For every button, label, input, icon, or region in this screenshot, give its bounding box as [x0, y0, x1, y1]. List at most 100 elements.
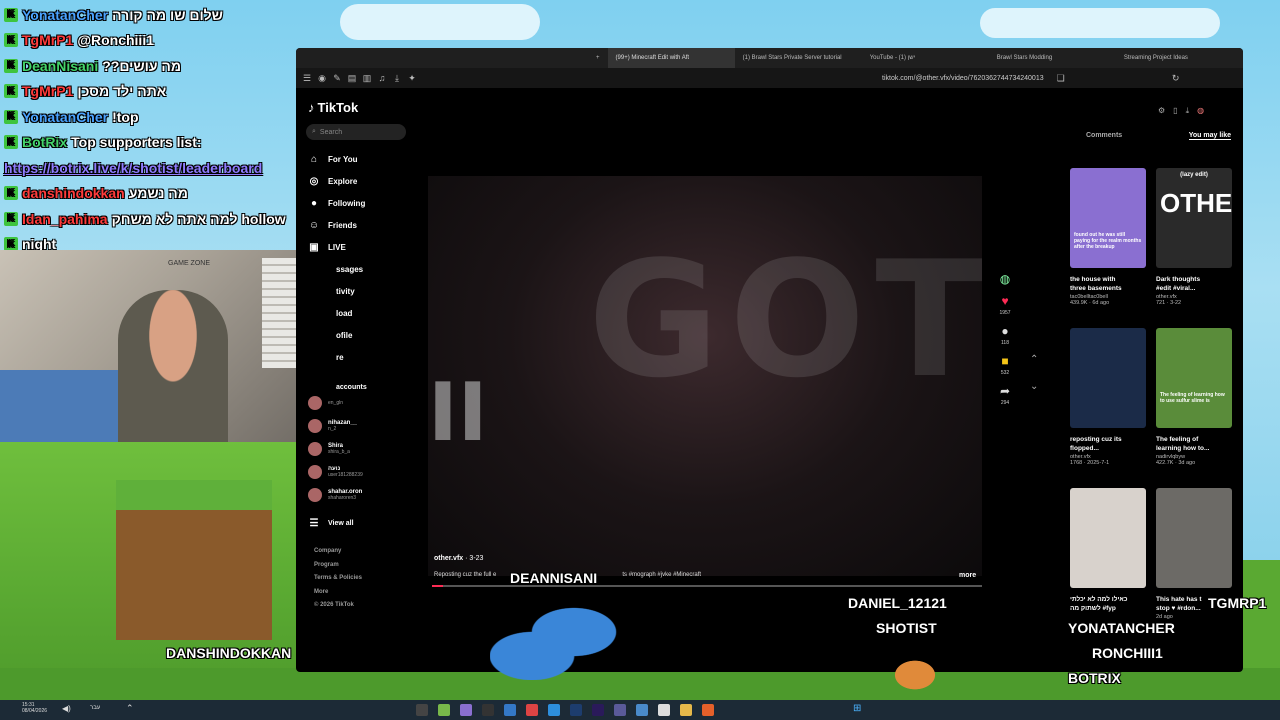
- sidebar-item-load[interactable]: load: [336, 304, 352, 322]
- like-button[interactable]: ♥ 1957: [992, 294, 1018, 316]
- account-item[interactable]: nihazan__ n_2: [308, 419, 357, 433]
- sidebar-item-friends[interactable]: ☺ Friends: [308, 216, 357, 234]
- footer-link[interactable]: Program: [314, 562, 339, 568]
- chat-link[interactable]: https://botrix.live/k/shotist/leaderboar…: [4, 160, 262, 176]
- chat-message: למה אתה לא משחק hollow: [111, 210, 286, 227]
- pin-icon[interactable]: ✎: [332, 73, 342, 83]
- account-item[interactable]: Shira shira_b_a: [308, 442, 350, 456]
- browser-tab[interactable]: Brawl Stars Modding: [989, 48, 1116, 68]
- stream-chat: K YonatanCher שלום שו מה קורה K TgMrP1 @Ronch…: [0, 2, 300, 257]
- bookmark-icon[interactable]: ❏: [1056, 73, 1066, 83]
- sidebar-icon[interactable]: ▥: [362, 73, 372, 83]
- footer-link[interactable]: More: [314, 589, 328, 595]
- sidebar-item-ssages[interactable]: ssages: [336, 260, 363, 278]
- chat-username[interactable]: YonatanCher: [22, 7, 108, 23]
- app-icon[interactable]: [460, 704, 472, 716]
- tab-you-may-like[interactable]: You may like: [1188, 132, 1231, 140]
- kick-badge-icon: K: [4, 186, 18, 201]
- reload-icon[interactable]: ↻: [1171, 73, 1181, 83]
- browser-tab[interactable]: Streaming Project Ideas: [1116, 48, 1243, 68]
- clock[interactable]: 15:31 08/04/2026: [22, 700, 47, 714]
- extension-icon[interactable]: ✦: [407, 73, 417, 83]
- shield-icon[interactable]: ◉: [317, 73, 327, 83]
- author-avatar[interactable]: ◍: [992, 272, 1018, 286]
- video-card[interactable]: found out he was still paying for the re…: [1070, 168, 1146, 306]
- browser-tab[interactable]: (1) Brawl Stars Private Server tutorial: [735, 48, 862, 68]
- download-icon[interactable]: ⤓: [392, 73, 402, 83]
- bookmark-button[interactable]: ■ 532: [992, 354, 1018, 376]
- sidebar-item-re[interactable]: re: [336, 348, 344, 366]
- app-icon[interactable]: [504, 704, 516, 716]
- video-card[interactable]: The feeling of learning how to use sulfu…: [1156, 328, 1232, 466]
- volume-icon[interactable]: ◀): [62, 704, 71, 713]
- new-tab-button[interactable]: +: [296, 48, 608, 68]
- folder-icon[interactable]: [680, 704, 692, 716]
- share-button[interactable]: ➦ 294: [992, 384, 1018, 406]
- premiere-icon[interactable]: [592, 704, 604, 716]
- video-author[interactable]: other.vfx · 3-23: [434, 555, 483, 562]
- chat-username[interactable]: Idan_pahima: [22, 211, 108, 227]
- app-icon[interactable]: [416, 704, 428, 716]
- account-item[interactable]: en_gln: [308, 396, 343, 410]
- progress-fill: [432, 585, 443, 587]
- chat-username[interactable]: danshindokkan: [22, 185, 125, 201]
- view-all-link[interactable]: ☰ View all: [308, 514, 354, 532]
- video-card[interactable]: (lazy edit) OTHER Dark thoughts #edit #vir…: [1156, 168, 1232, 306]
- account-item[interactable]: נועה user181288239: [308, 465, 363, 479]
- chevron-up-icon[interactable]: ⌃: [1030, 354, 1044, 365]
- app-icon[interactable]: [658, 704, 670, 716]
- chrome-icon[interactable]: [526, 704, 538, 716]
- footer-link[interactable]: © 2026 TikTok: [314, 602, 354, 608]
- overlay-name-shotist: SHOTIST: [876, 620, 937, 636]
- comment-button[interactable]: ● 118: [992, 324, 1018, 346]
- avatar[interactable]: ◍: [1197, 106, 1204, 116]
- photoshop-icon[interactable]: [570, 704, 582, 716]
- address-bar[interactable]: tiktok.com/@other.vfx/video/762036274473…: [882, 75, 1044, 82]
- app-icon[interactable]: [636, 704, 648, 716]
- copy-icon[interactable]: ▯: [1173, 106, 1177, 116]
- windows-icon[interactable]: ⊞: [853, 703, 861, 714]
- sidebar-item-for-you[interactable]: ⌂ For You: [308, 150, 358, 168]
- chevron-down-icon[interactable]: ⌄: [1030, 381, 1044, 392]
- cloud: [980, 8, 1220, 38]
- settings-icon[interactable]: ⚙: [1158, 106, 1165, 116]
- layout-icon[interactable]: ▤: [347, 73, 357, 83]
- app-icon[interactable]: [548, 704, 560, 716]
- footer-link[interactable]: Terms & Policies: [314, 575, 362, 581]
- sidebar-item-explore[interactable]: ◎ Explore: [308, 172, 358, 190]
- brave-icon[interactable]: [702, 704, 714, 716]
- sidebar-item-live[interactable]: ▣ LIVE: [308, 238, 346, 256]
- right-tabs: Comments You may like: [1086, 132, 1231, 140]
- chat-username[interactable]: BotRix: [22, 134, 67, 150]
- card-title: כאילו למה לא יכלתי לשתוק מה #fyp: [1070, 596, 1128, 612]
- browser-window: + (99+) Minecraft Edit with Aft (1) Brawl…: [296, 48, 1243, 672]
- chevron-up-icon[interactable]: ⌃: [126, 703, 134, 714]
- search-input[interactable]: ⌕ Search: [306, 124, 406, 140]
- music-icon[interactable]: ♫: [377, 73, 387, 83]
- more-button[interactable]: more: [959, 572, 976, 579]
- chat-username[interactable]: DeanNisani: [22, 58, 98, 74]
- video-card[interactable]: כאילו למה לא יכלתי לשתוק מה #fyp: [1070, 488, 1146, 614]
- sidebar-item-ofile[interactable]: ofile: [336, 326, 352, 344]
- chat-username[interactable]: TgMrP1: [22, 32, 73, 48]
- chat-username[interactable]: TgMrP1: [22, 83, 73, 99]
- footer-link[interactable]: Company: [314, 548, 341, 554]
- menu-icon[interactable]: ☰: [302, 73, 312, 83]
- browser-tab[interactable]: (99+) Minecraft Edit with Aft: [607, 48, 735, 68]
- chat-message: Top supporters list:: [71, 134, 202, 151]
- tab-comments[interactable]: Comments: [1086, 132, 1122, 140]
- sidebar-item-following[interactable]: ● Following: [308, 194, 365, 212]
- chat-username[interactable]: YonatanCher: [22, 109, 108, 125]
- tiktok-logo[interactable]: ♪ TikTok: [308, 100, 358, 115]
- video-player[interactable]: GOT II: [428, 176, 982, 576]
- download-icon[interactable]: ⤓: [1186, 106, 1190, 116]
- video-card[interactable]: reposting cuz its flopped... other.vfx 176…: [1070, 328, 1146, 466]
- app-icon[interactable]: [614, 704, 626, 716]
- app-icon[interactable]: [438, 704, 450, 716]
- terminal-icon[interactable]: [482, 704, 494, 716]
- language-indicator[interactable]: עבר: [90, 705, 100, 711]
- video-nav: ⌃ ⌄: [1030, 354, 1044, 392]
- account-item[interactable]: shahar.oron shaharoren3: [308, 488, 362, 502]
- browser-tab[interactable]: YouTube - ישן (1): [862, 48, 989, 68]
- sidebar-item-tivity[interactable]: tivity: [336, 282, 355, 300]
